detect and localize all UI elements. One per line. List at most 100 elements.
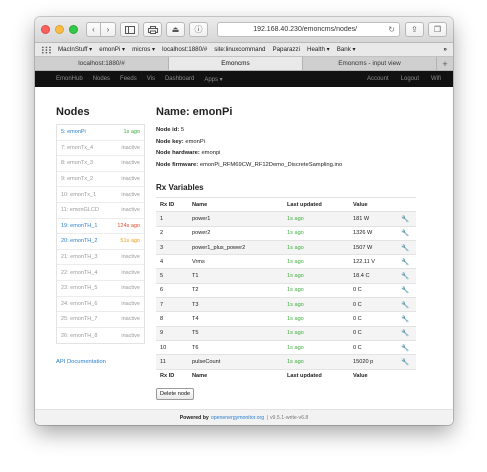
nav-vis[interactable]: Vis [147,76,155,82]
api-documentation-link[interactable]: API Documentation [56,359,145,365]
sidebar-toggle-button[interactable] [120,22,139,37]
nav-emonhub[interactable]: EmonHub [56,76,83,82]
grid-icon[interactable] [41,45,52,54]
zoom-window-button[interactable] [69,25,78,34]
nav-dashboard[interactable]: Dashboard [165,76,194,82]
sidebar-node-item[interactable]: 10: emonTx_1 inactive [57,187,144,203]
delete-node-button[interactable]: Delete node [156,388,195,401]
bookmark-item[interactable]: micros ▾ [132,46,155,53]
sidebar-node-item[interactable]: 23: emonTH_5 inactive [57,281,144,297]
back-button[interactable]: ‹ [86,22,101,37]
node-status: inactive [121,300,140,307]
window-controls [41,25,78,34]
tab-overview-button[interactable]: ❐ [428,22,447,37]
rx-id-cell: 1 [156,211,188,227]
node-status: inactive [121,254,140,261]
wrench-icon[interactable]: 🔧 [401,316,409,323]
node-status: inactive [121,144,140,151]
wrench-icon[interactable]: 🔧 [401,287,409,294]
sidebar-node-item[interactable]: 19: emonTH_1 124s ago [57,219,144,235]
wrench-icon[interactable]: 🔧 [401,259,409,266]
sidebar-node-item[interactable]: 8: emonTx_3 inactive [57,156,144,172]
wrench-icon[interactable]: 🔧 [401,345,409,352]
extension-button[interactable]: ⓘ [189,22,208,37]
node-name: 9: emonTx_2 [61,176,94,183]
sidebar-node-item[interactable]: 21: emonTH_3 inactive [57,250,144,266]
rx-variables-title: Rx Variables [156,183,204,192]
col-footer-name: Name [192,373,208,380]
node-name: 19: emonTH_1 [61,222,98,229]
rx-value-cell: 0 C [349,297,394,312]
bookmark-item[interactable]: Bank ▾ [337,46,356,53]
sidebar-node-item[interactable]: 9: emonTx_2 inactive [57,172,144,188]
node-name: 24: emonTH_6 [61,300,98,307]
url-text[interactable]: 192.168.40.230/emoncms/nodes/ [222,26,388,33]
sidebar-node-item[interactable]: 22: emonTH_4 inactive [57,265,144,281]
footer-link[interactable]: openenergymonitor.org [211,415,264,421]
nav-feeds[interactable]: Feeds [120,76,137,82]
table-row: 3 power1_plus_power2 1s ago 1507 W 🔧 [156,240,416,255]
rx-actions-cell: 🔧 [394,268,416,284]
bookmark-item[interactable]: emonPi ▾ [99,46,125,53]
address-bar[interactable]: 192.168.40.230/emoncms/nodes/ ↻ [217,22,400,37]
nav-account[interactable]: Account [367,76,389,82]
rx-updated-cell: 1s ago [283,240,349,255]
bookmark-item[interactable]: site:linuxcommand [214,46,265,53]
tab-emoncms-input-view[interactable]: Emoncms - input view [303,57,437,70]
sidebar-node-item[interactable]: 25: emonTH_7 inactive [57,312,144,328]
sidebar-node-item[interactable]: 26: emonTH_8 inactive [57,328,144,344]
rx-updated-cell: 1s ago [287,316,304,323]
node-status: 124s ago [117,222,140,229]
bookmark-item[interactable]: Health ▾ [307,46,330,53]
wrench-icon[interactable]: 🔧 [401,302,409,309]
sidebar-node-item[interactable]: 5: emonPi 1s ago [57,125,144,141]
sidebar-node-item[interactable]: 7: emonTx_4 inactive [57,141,144,157]
bookmark-item[interactable]: Paparazzi [272,46,300,53]
nav-apps[interactable]: Apps ▾ [204,76,222,83]
eject-button[interactable]: ⏏ [166,22,185,37]
node-name: 7: emonTx_4 [61,144,94,151]
nav-logout[interactable]: Logout [401,76,419,82]
printer-icon [147,25,158,34]
new-tab-button[interactable]: + [437,57,453,70]
nav-wifi[interactable]: Wifi [431,76,441,82]
tab-localhost[interactable]: localhost:1880/# [35,57,169,70]
rx-name-cell: power1 [188,211,283,227]
sidebar-node-item[interactable]: 20: emonTH_2 51s ago [57,234,144,250]
forward-button[interactable]: › [101,22,116,37]
rx-actions-cell: 🔧 [394,312,416,326]
close-window-button[interactable] [41,25,50,34]
minimize-window-button[interactable] [55,25,64,34]
bookmarks-overflow-icon[interactable]: » [444,46,447,53]
table-row: 9 T5 1s ago 0 C 🔧 [156,326,416,341]
bookmark-item[interactable]: localhost:1880/# [162,46,207,53]
wrench-icon[interactable]: 🔧 [401,230,409,237]
table-row: 2 power2 1s ago 1326 W 🔧 [156,226,416,240]
wrench-icon[interactable]: 🔧 [401,273,409,280]
rx-id-cell: 3 [156,240,188,255]
rx-value-cell: 0 C [353,344,362,351]
sidebar-node-item[interactable]: 11: emonGLCD inactive [57,203,144,219]
wrench-icon[interactable]: 🔧 [401,216,409,223]
rx-actions-cell: 🔧 [394,255,416,269]
col-footer-rx-id: Rx ID [160,373,175,380]
print-button[interactable] [143,22,162,37]
rx-updated-cell: 1s ago [283,211,349,227]
rx-value-cell: 15020 p [349,354,394,370]
rx-value-cell: 0 C [353,287,362,294]
table-footer-row: Rx ID Name Last updated Value [156,369,416,383]
wrench-icon[interactable]: 🔧 [401,359,409,366]
wrench-icon[interactable]: 🔧 [401,245,409,252]
reload-icon[interactable]: ↻ [388,25,395,34]
tab-emoncms[interactable]: Emoncms [169,57,303,70]
sidebar-node-item[interactable]: 24: emonTH_6 inactive [57,297,144,313]
wrench-icon[interactable]: 🔧 [401,330,409,337]
nav-nodes[interactable]: Nodes [93,76,110,82]
node-status: inactive [121,332,140,339]
share-button[interactable]: ⇪ [405,22,424,37]
node-status: inactive [121,285,140,292]
rx-actions-cell: 🔧 [394,326,416,341]
bookmarks-bar: MacInStuff ▾ emonPi ▾ micros ▾ localhost… [35,43,453,57]
bookmark-item[interactable]: MacInStuff ▾ [58,46,92,53]
node-name: 5: emonPi [61,129,86,136]
